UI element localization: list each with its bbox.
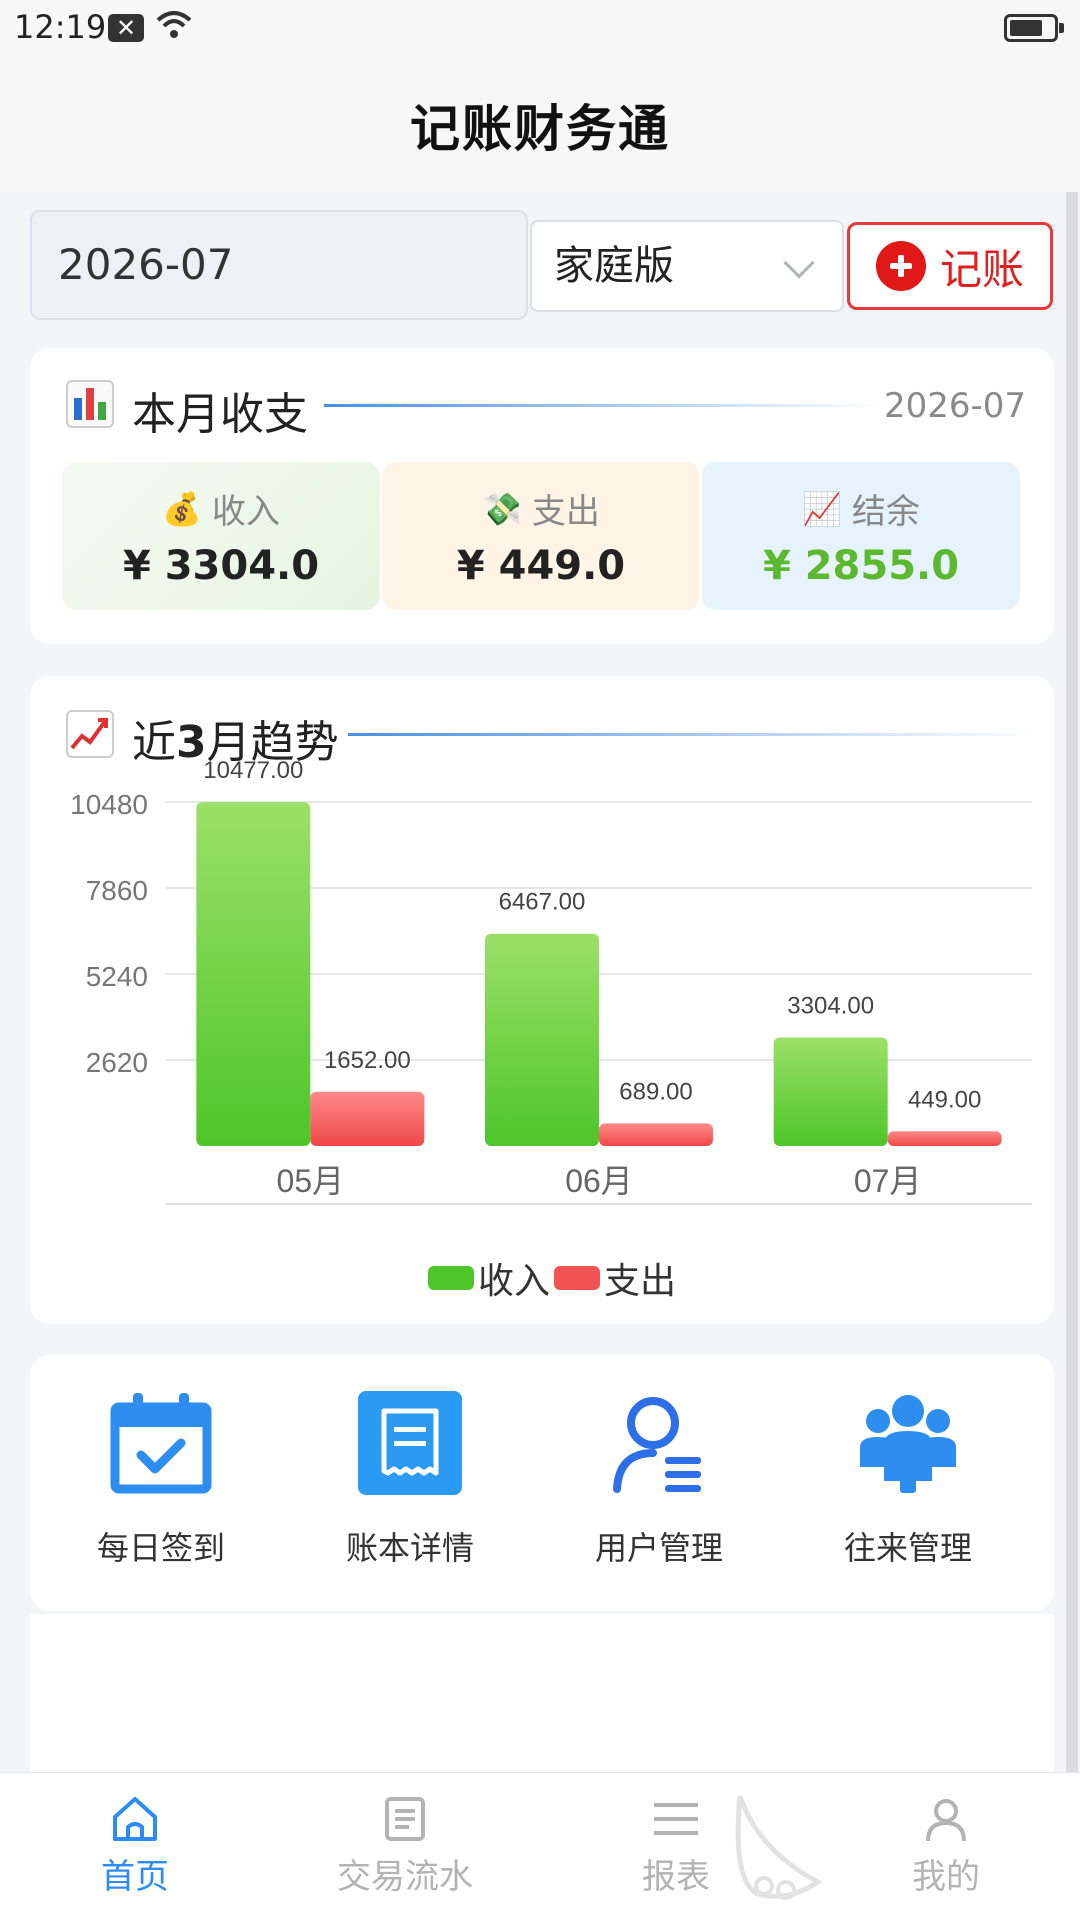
data-label: 689.00 (619, 1078, 692, 1105)
menu-label: 账本详情 (345, 1529, 474, 1567)
menu-label: 往来管理 (843, 1529, 972, 1567)
menu-item-book-detail[interactable]: 账本详情 (285, 1391, 535, 1569)
title-divider (324, 404, 884, 407)
menu-item-user-manage[interactable]: 用户管理 (534, 1391, 784, 1569)
expense-bar (310, 1091, 425, 1146)
y-tick-label: 2620 (86, 1047, 148, 1078)
nav-tab-home[interactable]: 首页 (35, 1795, 235, 1898)
nav-label: 交易流水 (337, 1857, 473, 1897)
user-manage-icon (607, 1391, 711, 1495)
add-record-label: 记账 (939, 244, 1024, 294)
data-label: 6467.00 (499, 889, 586, 916)
calendar-check-icon (109, 1391, 213, 1495)
chart-legend: 收入 支出 (428, 1252, 676, 1304)
bar-chart-icon (66, 380, 114, 428)
data-label: 1652.00 (324, 1047, 411, 1074)
data-label: 3304.00 (787, 993, 874, 1020)
x-tick-label: 07月 (854, 1163, 922, 1199)
menu-item-checkin[interactable]: 每日签到 (36, 1391, 286, 1569)
expense-bar (599, 1123, 713, 1146)
menu-label: 每日签到 (96, 1529, 225, 1567)
trend-card: 近3月趋势 2620 5240 7860 10480 10477.00 1652.00 05… (30, 676, 1054, 1324)
expense-label: 支出 (531, 492, 600, 532)
home-icon (113, 1797, 157, 1841)
watermark-logo (728, 1790, 1068, 1914)
list-icon (654, 1803, 698, 1835)
chevron-down-icon (783, 247, 815, 279)
y-tick-label: 5240 (86, 961, 148, 992)
legend-swatch-expense (554, 1266, 601, 1290)
nav-label: 首页 (101, 1857, 169, 1897)
y-tick-label: 10480 (70, 789, 148, 820)
book-type-select[interactable]: 家庭版 (530, 220, 844, 312)
plus-circle-icon (875, 241, 926, 291)
add-record-button[interactable]: 记账 (847, 222, 1053, 310)
scrollbar[interactable] (1066, 192, 1078, 1892)
quick-menu-card: 每日签到 账本详情 用户管理 往来管理 (30, 1355, 1054, 1611)
title-bar: 记账财务通 (0, 60, 1080, 190)
content-spacer (30, 1614, 1054, 1772)
monthly-summary-card: 本月收支 2026-07 💰 收入 ¥ 3304.0 💸 支出 ¥ 449.0 📈 结… (30, 348, 1054, 644)
receipt-icon (358, 1391, 462, 1495)
x-tick-label: 05月 (277, 1163, 345, 1199)
document-icon (385, 1797, 425, 1841)
book-type-value: 家庭版 (554, 243, 674, 289)
trend-bar-chart: 2620 5240 7860 10480 10477.00 1652.00 05月 6467.… (70, 757, 1032, 1205)
page-title: 记账财务通 (410, 100, 670, 158)
close-box-icon: ✕ (108, 14, 144, 42)
money-bag-icon: 💰 (162, 489, 202, 528)
battery-icon (1004, 14, 1064, 42)
chart-up-icon: 📈 (802, 489, 842, 528)
expense-value: ¥ 449.0 (456, 543, 626, 589)
legend-label-income: 收入 (478, 1261, 551, 1302)
balance-label: 结余 (851, 492, 920, 532)
legend-label-expense: 支出 (604, 1261, 677, 1302)
data-label: 449.00 (908, 1086, 981, 1113)
menu-label: 用户管理 (594, 1529, 723, 1567)
expense-bar (887, 1131, 1002, 1146)
status-bar: 12:19 ✕ (0, 0, 1080, 60)
status-time: 12:19 (14, 8, 107, 46)
y-tick-label: 7860 (86, 875, 148, 906)
group-icon (856, 1391, 960, 1495)
wifi-icon (156, 11, 192, 38)
menu-item-contacts[interactable]: 往来管理 (783, 1391, 1033, 1569)
income-bar (196, 802, 311, 1146)
balance-value: ¥ 2855.0 (762, 543, 960, 589)
income-label: 收入 (211, 492, 280, 532)
summary-date: 2026-07 (883, 386, 1026, 426)
income-stat: 💰 收入 ¥ 3304.0 (62, 462, 380, 610)
income-bar (485, 933, 599, 1146)
income-value: ¥ 3304.0 (122, 543, 320, 589)
legend-swatch-income (428, 1266, 474, 1290)
month-picker[interactable]: 2026-07 (30, 210, 528, 320)
income-bar (773, 1037, 888, 1146)
balance-stat: 📈 结余 ¥ 2855.0 (702, 462, 1020, 610)
nav-tab-transactions[interactable]: 交易流水 (305, 1795, 505, 1898)
summary-title: 本月收支 (132, 389, 308, 440)
expense-stat: 💸 支出 ¥ 449.0 (382, 462, 700, 610)
app-screen: 12:19 ✕ 记账财务通 2026-07 家庭版 记账 本月收支 2026-0… (0, 0, 1080, 1920)
data-label: 10477.00 (203, 757, 303, 784)
flying-money-icon: 💸 (482, 489, 522, 528)
x-tick-label: 06月 (565, 1163, 633, 1199)
